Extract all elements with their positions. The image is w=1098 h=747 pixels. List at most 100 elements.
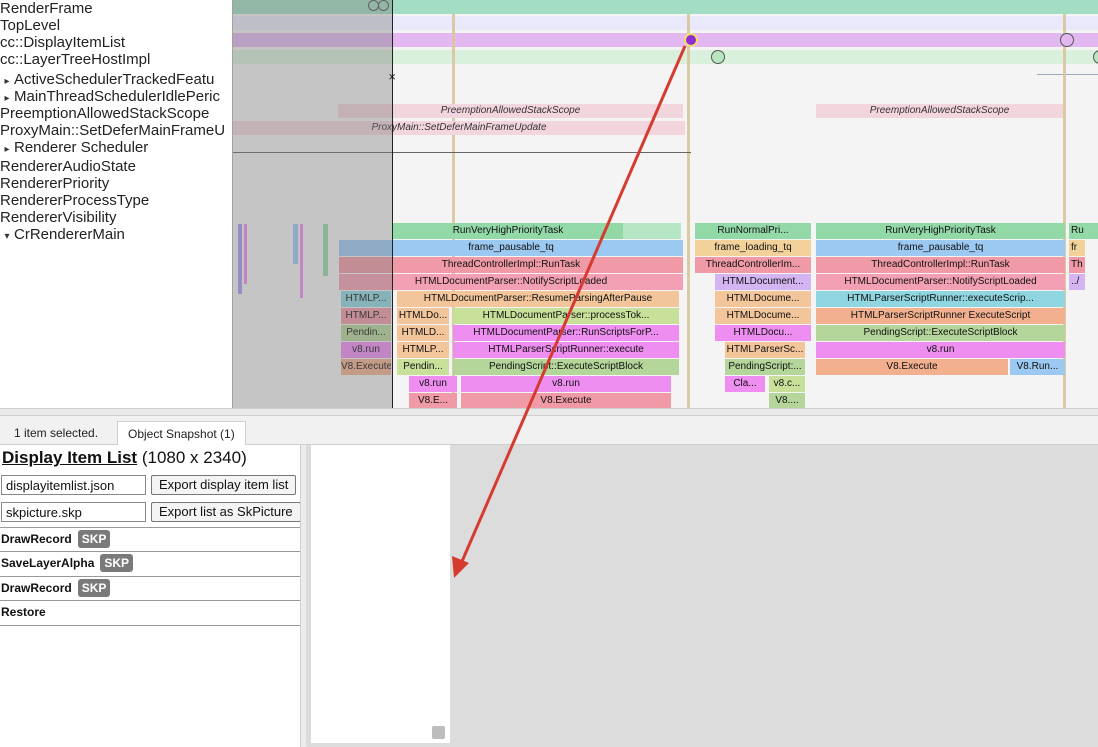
flame-slice[interactable]: PendingScript:... (725, 359, 805, 375)
track-label-text: MainThreadSchedulerIdlePeric (14, 88, 220, 105)
track-label-audiostate[interactable]: RendererAudioState (0, 158, 232, 175)
snapshot-dimensions: (1080 x 2340) (141, 448, 247, 467)
json-filename-input[interactable]: displayitemlist.json (1, 475, 146, 495)
list-item[interactable]: DrawRecord SKP (0, 576, 300, 600)
selection-status: 1 item selected. (14, 426, 99, 440)
flame-slice[interactable]: PendingScript::ExecuteScriptBlock (816, 325, 1065, 341)
skp-badge[interactable]: SKP (100, 554, 134, 572)
flame-slice[interactable]: HTMLDo... (397, 308, 449, 324)
expand-triangle-icon[interactable]: ▸ (0, 90, 14, 105)
flame-slice[interactable]: V8.E... (409, 393, 457, 408)
list-item[interactable]: SaveLayerAlpha SKP (0, 551, 300, 575)
flame-slice[interactable]: PendingScript::ExecuteScriptBlock (453, 359, 679, 375)
flame-slice[interactable]: Pendin... (397, 359, 449, 375)
skp-badge[interactable]: SKP (77, 579, 111, 597)
export-display-item-list-button[interactable]: Export display item list (151, 475, 297, 495)
flame-slice[interactable]: V8.... (769, 393, 805, 408)
time-cursor-line[interactable] (392, 0, 393, 408)
track-label-idleperiod[interactable]: ▸ MainThreadSchedulerIdlePeric (0, 88, 232, 105)
flame-slice[interactable]: HTMLDocumentParser::ResumeParsingAfterPa… (397, 291, 679, 307)
track-label-visibility[interactable]: RendererVisibility (0, 209, 232, 226)
snapshot-marker-icon[interactable] (711, 50, 725, 64)
flame-slice[interactable]: fr (1069, 240, 1085, 256)
flame-slice[interactable]: v8.c... (769, 376, 805, 392)
track-label-priority[interactable]: RendererPriority (0, 175, 232, 192)
track-label-text: CrRendererMain (14, 226, 125, 243)
flame-slice[interactable]: frame_pausable_tq (816, 240, 1065, 256)
track-label-layertreehostimpl[interactable]: cc::LayerTreeHostImpl (0, 51, 232, 68)
flame-slice[interactable]: v8.run (816, 342, 1065, 358)
flame-slice[interactable]: HTMLDocumentParser::processTok... (453, 308, 679, 324)
tab-object-snapshot[interactable]: Object Snapshot (1) (117, 421, 246, 445)
flame-slice[interactable]: Ru (1069, 223, 1098, 239)
scheduler-line (1037, 74, 1098, 75)
snapshot-preview-area[interactable] (306, 445, 1098, 747)
flame-slice[interactable]: V8.Execute (816, 359, 1008, 375)
track-label-crrenderermain[interactable]: ▾ CrRendererMain (0, 226, 232, 243)
collapse-triangle-icon[interactable]: ▾ (0, 228, 14, 243)
track-label-text: RendererVisibility (0, 209, 117, 226)
time-cursor-handle-icon[interactable]: ⨯ (388, 72, 396, 83)
flame-slice[interactable]: HTMLDocumentParser::RunScriptsForP... (453, 325, 679, 341)
flame-slice[interactable]: HTMLDocu... (715, 325, 811, 341)
snapshot-title: Display Item List (2, 448, 138, 467)
resize-grip-icon[interactable] (432, 726, 445, 739)
analysis-tab-bar: 1 item selected. Object Snapshot (1) (0, 416, 1098, 445)
flame-slice[interactable]: Th (1069, 257, 1085, 273)
flame-slice[interactable]: ThreadControllerImpl::RunTask (816, 257, 1065, 273)
panel-resize-handle[interactable] (0, 408, 1098, 416)
flame-slice[interactable]: Cla... (725, 376, 765, 392)
op-name: DrawRecord (1, 532, 72, 546)
flame-slice[interactable]: HTMLParserScriptRunner ExecuteScript (816, 308, 1065, 324)
export-skpicture-button[interactable]: Export list as SkPicture (151, 502, 301, 522)
track-label-renderer-scheduler[interactable]: ▸ Renderer Scheduler (0, 139, 232, 156)
flame-slice[interactable]: RunVeryHighPriorityTask (393, 223, 623, 239)
selected-snapshot-marker-icon[interactable] (684, 33, 698, 47)
track-label-proxymain[interactable]: ProxyMain::SetDeferMainFrameU (0, 122, 232, 139)
skp-badge[interactable]: SKP (77, 530, 111, 548)
flame-slice[interactable]: RunVeryHighPriorityTask (816, 223, 1065, 239)
skp-filename-input[interactable]: skpicture.skp (1, 502, 146, 522)
track-label-toplevel[interactable]: TopLevel (0, 17, 232, 34)
track-label-activescheduler[interactable]: ▸ ActiveSchedulerTrackedFeatu (0, 71, 232, 88)
flame-slice[interactable]: ../ (1069, 274, 1085, 290)
list-item[interactable]: DrawRecord SKP (0, 527, 300, 551)
flame-slice[interactable]: V8.Run... (1010, 359, 1065, 375)
track-label-text: RenderFrame (0, 0, 93, 17)
flame-slice[interactable]: v8.run (461, 376, 671, 392)
op-name: DrawRecord (1, 581, 72, 595)
flame-slice[interactable]: HTMLParserScriptRunner::execute (453, 342, 679, 358)
frame-marker-line (687, 14, 690, 408)
flame-slice[interactable]: V8.Execute (461, 393, 671, 408)
flame-slice[interactable] (623, 223, 681, 239)
expand-triangle-icon[interactable]: ▸ (0, 141, 14, 156)
time-selection-overlay[interactable] (232, 0, 392, 408)
snapshot-panel: Display Item List (1080 x 2340) displayi… (0, 445, 301, 747)
track-label-processtype[interactable]: RendererProcessType (0, 192, 232, 209)
track-label-preemption[interactable]: PreemptionAllowedStackScope (0, 105, 232, 122)
track-label-displayitemlist[interactable]: cc::DisplayItemList (0, 34, 232, 51)
flame-slice[interactable]: v8.run (409, 376, 457, 392)
flame-slice[interactable]: HTMLDocume... (715, 291, 811, 307)
flame-slice[interactable]: HTMLDocument... (715, 274, 811, 290)
track-label-text: cc::LayerTreeHostImpl (0, 51, 151, 68)
flame-slice[interactable]: HTMLDocume... (715, 308, 811, 324)
expand-triangle-icon[interactable]: ▸ (0, 73, 14, 88)
snapshot-marker-icon[interactable] (1060, 33, 1074, 47)
flame-slice[interactable]: HTMLP... (397, 342, 449, 358)
track-label-text: Renderer Scheduler (14, 139, 149, 156)
flame-slice[interactable]: HTMLParserScriptRunner::executeScrip... (816, 291, 1065, 307)
track-label-text: ProxyMain::SetDeferMainFrameU (0, 122, 226, 139)
flame-slice[interactable]: RunNormalPri... (695, 223, 811, 239)
flame-slice[interactable]: HTMLParserSc... (725, 342, 805, 358)
flame-slice[interactable]: ThreadControllerIm... (695, 257, 811, 273)
flame-slice[interactable]: HTMLD... (397, 325, 449, 341)
list-item[interactable]: Restore (0, 600, 300, 626)
track-label-text: RendererAudioState (0, 158, 136, 175)
timeline-view[interactable]: RenderFrame TopLevel cc::DisplayItemList… (0, 0, 1098, 408)
flame-slice[interactable]: frame_loading_tq (695, 240, 811, 256)
snapshot-preview-canvas[interactable] (311, 445, 450, 743)
track-label-renderframe[interactable]: RenderFrame (0, 0, 232, 17)
preemption-slice[interactable]: PreemptionAllowedStackScope (816, 104, 1063, 118)
flame-slice[interactable]: HTMLDocumentParser::NotifyScriptLoaded (816, 274, 1065, 290)
